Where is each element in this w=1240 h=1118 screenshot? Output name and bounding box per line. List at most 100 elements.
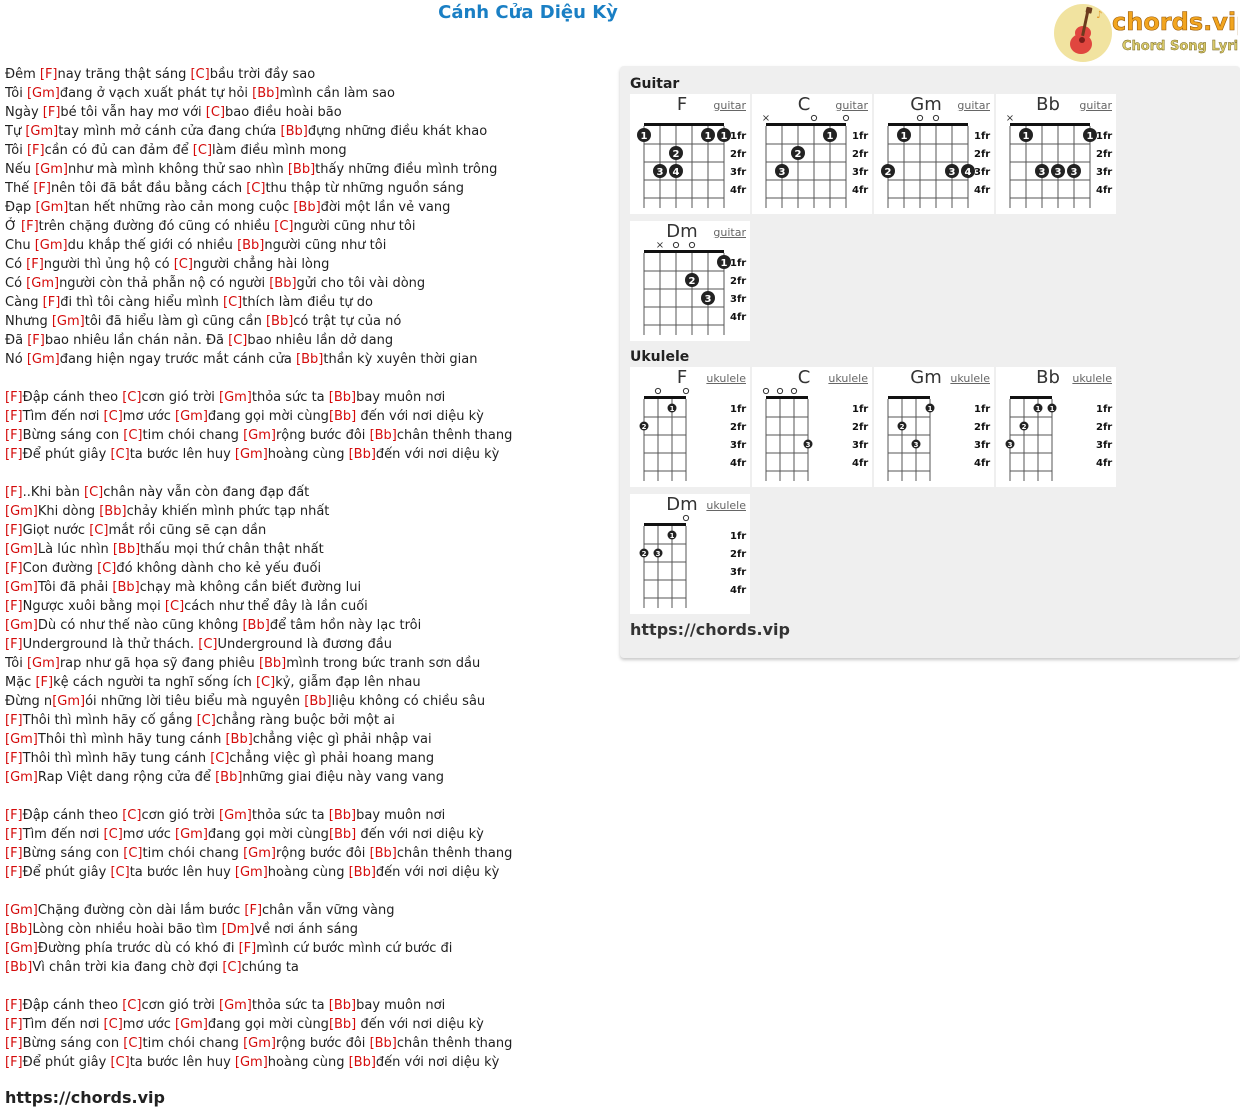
chord-marker[interactable]: [C] (193, 143, 212, 158)
chord-marker[interactable]: [C] (246, 181, 265, 196)
chord-marker[interactable]: [C] (222, 960, 241, 975)
chord-marker[interactable]: [Bb] (304, 694, 331, 709)
chord-marker[interactable]: [Gm] (35, 238, 68, 253)
guitar-chord-card-bb[interactable]: Bb guitar 1fr 2fr 3fr 4fr × 1 3 3 3 1 (996, 94, 1116, 214)
chord-marker[interactable]: [Bb] (329, 808, 356, 823)
chord-marker[interactable]: [Gm] (5, 618, 38, 633)
ukulele-chord-card-bb[interactable]: Bb ukulele 1fr 2fr 3fr 4fr 3 2 1 1 (996, 367, 1116, 487)
chord-marker[interactable]: [C] (223, 295, 242, 310)
chords-vip-logo[interactable]: ♪ chords.vip Chord Song Lyric (1052, 2, 1240, 64)
chord-marker[interactable]: [Bb] (252, 86, 279, 101)
chord-marker[interactable]: [Bb] (242, 618, 269, 633)
chord-marker[interactable]: [F] (5, 447, 23, 462)
chord-marker[interactable]: [C] (122, 998, 141, 1013)
chord-marker[interactable]: [F] (5, 523, 23, 538)
chord-marker[interactable]: [Gm] (235, 447, 268, 462)
chord-marker[interactable]: [F] (5, 865, 23, 880)
chord-marker[interactable]: [C] (97, 561, 116, 576)
guitar-chord-card-dm[interactable]: Dm guitar 1fr 2fr 3fr 4fr × 1 2 3 (630, 221, 750, 341)
chord-marker[interactable]: [C] (110, 447, 129, 462)
chord-marker[interactable]: [F] (27, 333, 45, 348)
panel-site-link[interactable]: https://chords.vip (630, 620, 790, 639)
chord-marker[interactable]: [F] (40, 67, 58, 82)
chord-marker[interactable]: [C] (123, 1036, 142, 1051)
chord-marker[interactable]: [F] (5, 713, 23, 728)
chord-marker[interactable]: [F] (5, 637, 23, 652)
chord-marker[interactable]: [C] (198, 637, 217, 652)
chord-marker[interactable]: [Gm] (5, 542, 38, 557)
chord-marker[interactable]: [Gm] (219, 808, 252, 823)
chord-marker[interactable]: [Bb] (288, 162, 315, 177)
chord-marker[interactable]: [C] (165, 599, 184, 614)
chord-marker[interactable]: [F] (5, 998, 23, 1013)
chord-marker[interactable]: [Gm] (35, 200, 68, 215)
chord-marker[interactable]: [C] (104, 827, 123, 842)
chord-marker[interactable]: [F] (43, 105, 61, 120)
chord-marker[interactable]: [C] (206, 105, 225, 120)
chord-marker[interactable]: [Gm] (35, 162, 68, 177)
chord-marker[interactable]: [Gm] (219, 998, 252, 1013)
chord-marker[interactable]: [Bb] (370, 1036, 397, 1051)
chord-marker[interactable]: [Bb] (349, 865, 376, 880)
chord-marker[interactable]: [Gm] (243, 1036, 276, 1051)
chord-marker[interactable]: [F] (5, 485, 23, 500)
chord-marker[interactable]: [Gm] (235, 865, 268, 880)
guitar-chord-card-f[interactable]: Fguitar 1fr 2fr 3fr 4fr 1 2 3 4 1 1 (630, 94, 750, 214)
chord-marker[interactable]: [Bb] (329, 827, 356, 842)
chord-marker[interactable]: [Gm] (27, 656, 60, 671)
chord-marker[interactable]: [C] (110, 865, 129, 880)
chord-marker[interactable]: [F] (21, 219, 39, 234)
chord-marker[interactable]: [F] (5, 751, 23, 766)
chord-marker[interactable]: [C] (122, 390, 141, 405)
chord-marker[interactable]: [Bb] (329, 998, 356, 1013)
chord-marker[interactable]: [C] (228, 333, 247, 348)
chord-marker[interactable]: [Bb] (259, 656, 286, 671)
chord-marker[interactable]: [Gm] (235, 1055, 268, 1070)
chord-marker[interactable]: [C] (274, 219, 293, 234)
chord-marker[interactable]: [F] (5, 409, 23, 424)
chord-marker[interactable]: [Dm] (222, 922, 255, 937)
chord-marker[interactable]: [F] (5, 827, 23, 842)
chord-marker[interactable]: [Bb] (349, 447, 376, 462)
chord-marker[interactable]: [C] (123, 428, 142, 443)
chord-marker[interactable]: [Bb] (370, 428, 397, 443)
chord-marker[interactable]: [Bb] (237, 238, 264, 253)
chord-marker[interactable]: [Gm] (5, 941, 38, 956)
guitar-chord-card-gm[interactable]: Gm guitar 1fr 2fr 3fr 4fr 2 1 3 4 (874, 94, 994, 214)
chord-marker[interactable]: [Gm] (5, 770, 38, 785)
chord-marker[interactable]: [Bb] (329, 390, 356, 405)
chord-marker[interactable]: [C] (104, 1017, 123, 1032)
chord-marker[interactable]: [F] (239, 941, 257, 956)
chord-marker[interactable]: [Gm] (27, 352, 60, 367)
chord-marker[interactable]: [C] (256, 675, 275, 690)
chord-marker[interactable]: [F] (5, 1017, 23, 1032)
chord-marker[interactable]: [Bb] (293, 200, 320, 215)
chord-marker[interactable]: [Bb] (5, 922, 32, 937)
chord-marker[interactable]: [C] (110, 1055, 129, 1070)
ukulele-chord-card-c[interactable]: Cukulele 1fr 2fr 3fr 4fr 3 (752, 367, 872, 487)
chord-marker[interactable]: [F] (5, 1055, 23, 1070)
chord-marker[interactable]: [F] (27, 143, 45, 158)
ukulele-chord-card-f[interactable]: Fukulele 1fr 2fr 3fr 4fr 2 1 (630, 367, 750, 487)
chord-marker[interactable]: [C] (84, 485, 103, 500)
chord-marker[interactable]: [F] (244, 903, 262, 918)
footer-site-link[interactable]: https://chords.vip (5, 1088, 165, 1107)
chord-marker[interactable]: [F] (5, 390, 23, 405)
chord-marker[interactable]: [F] (26, 257, 44, 272)
chord-marker[interactable]: [Gm] (175, 827, 208, 842)
chord-marker[interactable]: [Bb] (112, 580, 139, 595)
chord-marker[interactable]: [Bb] (281, 124, 308, 139)
chord-marker[interactable]: [Bb] (349, 1055, 376, 1070)
chord-marker[interactable]: [C] (89, 523, 108, 538)
chord-marker[interactable]: [Bb] (269, 276, 296, 291)
chord-marker[interactable]: [F] (43, 295, 61, 310)
chord-marker[interactable]: [F] (5, 846, 23, 861)
chord-marker[interactable]: [Bb] (225, 732, 252, 747)
chord-marker[interactable]: [Gm] (25, 124, 58, 139)
chord-marker[interactable]: [Bb] (296, 352, 323, 367)
chord-marker[interactable]: [Gm] (243, 428, 276, 443)
chord-marker[interactable]: [F] (5, 428, 23, 443)
chord-marker[interactable]: [Gm] (175, 1017, 208, 1032)
guitar-chord-card-c[interactable]: Cguitar 1fr 2fr 3fr 4fr × 3 2 1 (752, 94, 872, 214)
chord-marker[interactable]: [C] (197, 713, 216, 728)
